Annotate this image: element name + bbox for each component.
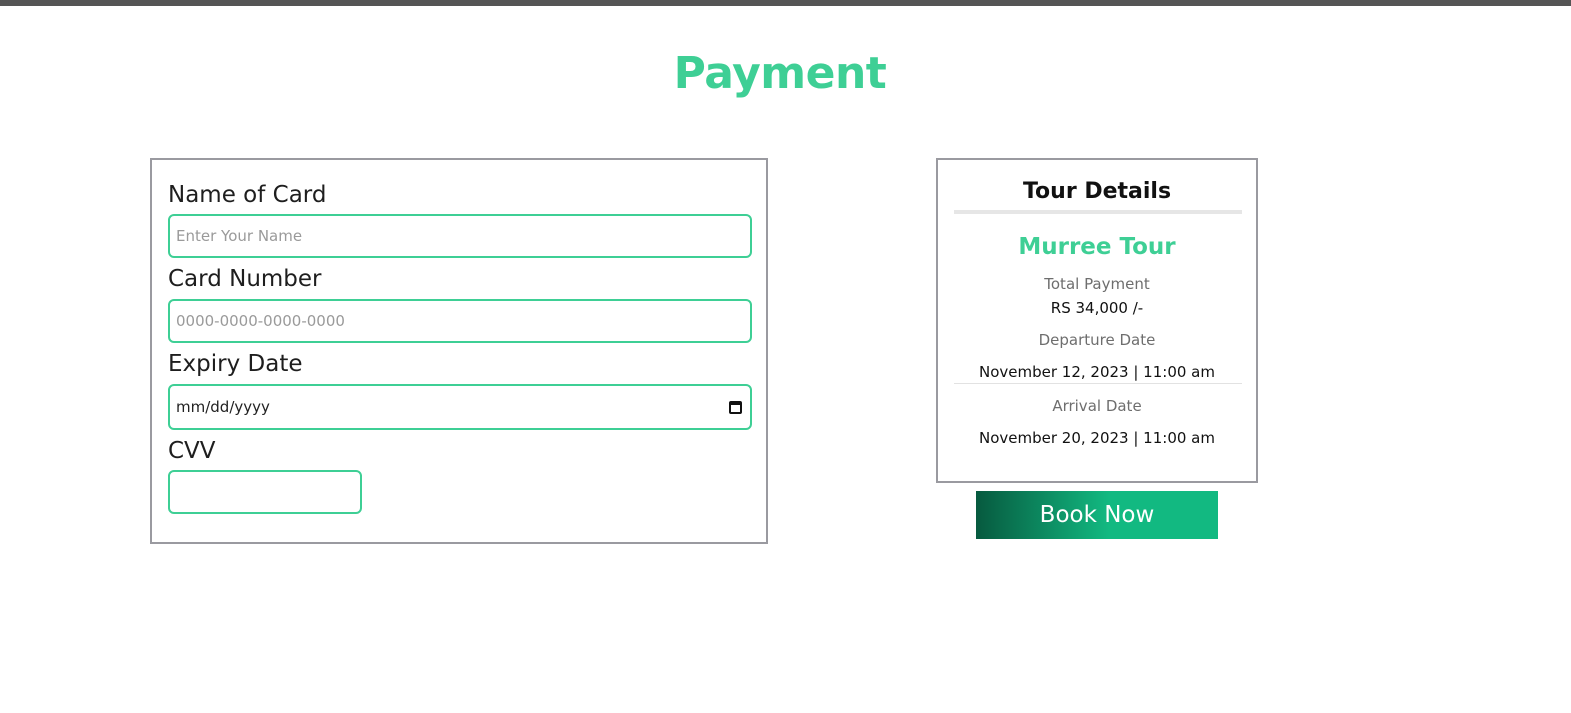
tour-details-card: Tour Details Murree Tour Total Payment R… xyxy=(936,158,1258,483)
cvv-input[interactable] xyxy=(168,470,362,514)
book-now-button[interactable]: Book Now xyxy=(976,491,1218,539)
card-number-placeholder: 0000-0000-0000-0000 xyxy=(176,312,345,330)
expiry-date-input[interactable]: mm/dd/yyyy xyxy=(168,384,752,430)
arrival-date-label: Arrival Date xyxy=(1052,397,1142,415)
page-title: Payment xyxy=(673,48,887,99)
payment-form: Name of Card Enter Your Name Card Number… xyxy=(150,158,768,544)
total-payment-label: Total Payment xyxy=(1044,275,1150,293)
name-of-card-placeholder: Enter Your Name xyxy=(176,227,303,245)
departure-date-value: November 12, 2023 | 11:00 am xyxy=(979,363,1215,381)
card-number-label: Card Number xyxy=(168,266,322,292)
expiry-date-label: Expiry Date xyxy=(168,351,303,377)
card-number-input[interactable]: 0000-0000-0000-0000 xyxy=(168,299,752,343)
expiry-date-placeholder: mm/dd/yyyy xyxy=(176,398,270,416)
cvv-label: CVV xyxy=(168,438,216,464)
departure-date-label: Departure Date xyxy=(1038,331,1156,349)
tour-name: Murree Tour xyxy=(1018,234,1176,260)
top-bar xyxy=(0,0,1571,6)
name-of-card-label: Name of Card xyxy=(168,182,327,208)
total-payment-value: RS 34,000 /- xyxy=(1050,299,1144,317)
name-of-card-input[interactable]: Enter Your Name xyxy=(168,214,752,258)
calendar-icon[interactable] xyxy=(729,400,742,414)
tour-details-title: Tour Details xyxy=(1022,179,1172,204)
tour-details-divider xyxy=(954,210,1242,214)
arrival-date-value: November 20, 2023 | 11:00 am xyxy=(979,429,1215,447)
details-separator xyxy=(954,383,1242,384)
